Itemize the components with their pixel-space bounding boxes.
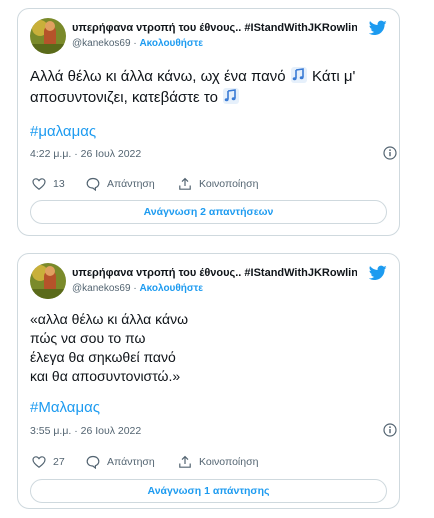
like-count: 13 [53, 178, 65, 190]
read-replies-button[interactable]: Ανάγνωση 2 απαντήσεων [30, 200, 387, 224]
tweet-text-line: Κάτι μ' [312, 68, 356, 85]
heart-icon [32, 178, 46, 190]
like-button[interactable]: 27 [32, 455, 65, 469]
tweet-text-line: «αλλα θέλω κι άλλα κάνω [30, 311, 189, 327]
tweet-card[interactable]: υπερήφανα ντροπή του έθνους.. #IStandWit… [17, 8, 400, 236]
display-name[interactable]: υπερήφανα ντροπή του έθνους.. #IStandWit… [72, 266, 357, 280]
reply-button[interactable]: Απάντηση [86, 455, 155, 469]
reply-label: Απάντηση [107, 456, 155, 468]
follow-button[interactable]: Ακολουθήστε [139, 283, 203, 294]
follow-button[interactable]: Ακολουθήστε [139, 38, 203, 49]
share-button[interactable]: Κοινοποίηση [178, 455, 258, 469]
share-label: Κοινοποίηση [199, 456, 259, 468]
heart-icon [32, 456, 46, 468]
reply-label: Απάντηση [107, 178, 155, 190]
hashtag-link[interactable]: #μαλαμας [30, 122, 96, 142]
tweet-header: υπερήφανα ντροπή του έθνους.. #IStandWit… [30, 263, 387, 303]
display-name[interactable]: υπερήφανα ντροπή του έθνους.. #IStandWit… [72, 21, 357, 35]
author-names: υπερήφανα ντροπή του έθνους.. #IStandWit… [72, 21, 357, 51]
avatar[interactable] [30, 18, 66, 54]
tweet-header: υπερήφανα ντροπή του έθνους.. #IStandWit… [30, 18, 387, 58]
action-bar: 13 Απάντηση Κοινοποίηση [32, 177, 385, 195]
reply-button[interactable]: Απάντηση [86, 177, 155, 191]
tweet-text-line: Αλλά θέλω κι άλλα κάνω, ωχ ένα πανό [30, 68, 286, 85]
share-button[interactable]: Κοινοποίηση [178, 177, 258, 191]
handle[interactable]: @kanekos69 [72, 283, 131, 294]
separator: · [133, 38, 137, 49]
tweet-text-line: πώς να σου το πω [30, 330, 146, 346]
tweet-card[interactable]: υπερήφανα ντροπή του έθνους.. #IStandWit… [17, 253, 400, 509]
share-icon [179, 177, 191, 190]
tweet-text-line: έλεγα θα σηκωθεί πανό [30, 349, 176, 365]
info-icon[interactable] [383, 146, 397, 160]
twitter-bird-icon[interactable] [369, 20, 387, 36]
read-replies-button[interactable]: Ανάγνωση 1 απάντησης [30, 479, 387, 503]
hashtag-link[interactable]: #Μαλαμας [30, 398, 100, 418]
reply-icon [86, 455, 100, 469]
music-notes-icon [223, 88, 240, 104]
reply-icon [86, 177, 100, 191]
separator: · [133, 283, 137, 294]
action-bar: 27 Απάντηση Κοινοποίηση [32, 455, 385, 473]
tweet-text: Αλλά θέλω κι άλλα κάνω, ωχ ένα πανό Κάτι… [30, 66, 383, 108]
share-label: Κοινοποίηση [199, 178, 259, 190]
twitter-bird-icon[interactable] [369, 265, 387, 281]
timestamp[interactable]: 3:55 μ.μ. · 26 Ιουλ 2022 [30, 425, 141, 437]
tweet-text: «αλλα θέλω κι άλλα κάνω πώς να σου το πω… [30, 310, 383, 386]
author-names: υπερήφανα ντροπή του έθνους.. #IStandWit… [72, 266, 357, 296]
timestamp[interactable]: 4:22 μ.μ. · 26 Ιουλ 2022 [30, 148, 141, 160]
like-count: 27 [53, 456, 65, 468]
tweet-text-line: αποσυντονιζει, κατεβάστε το [30, 89, 218, 106]
like-button[interactable]: 13 [32, 177, 65, 191]
music-notes-icon [290, 67, 307, 83]
handle[interactable]: @kanekos69 [72, 38, 131, 49]
tweet-text-line: και θα αποσυντονιστώ.» [30, 368, 181, 384]
avatar[interactable] [30, 263, 66, 299]
info-icon[interactable] [383, 423, 397, 437]
share-icon [179, 455, 191, 468]
